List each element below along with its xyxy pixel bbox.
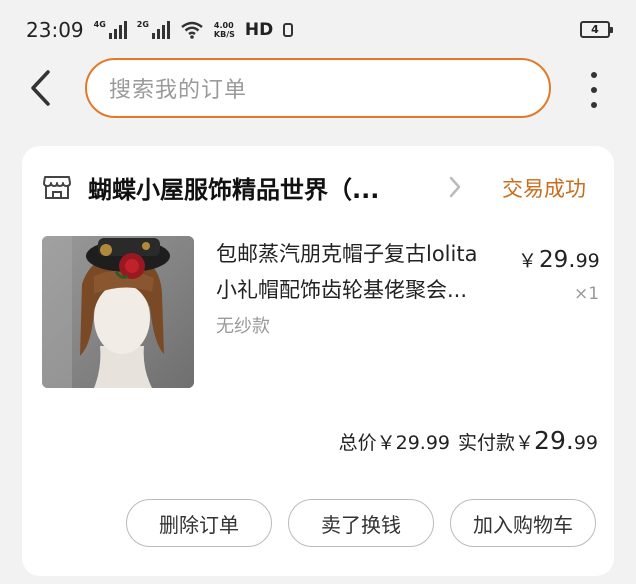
more-dot	[591, 72, 597, 78]
store-icon	[43, 176, 71, 199]
price-integer: 29.	[539, 247, 576, 273]
search-placeholder: 搜索我的订单	[109, 78, 248, 103]
more-dot	[591, 102, 597, 108]
paid-label: 实付款	[458, 432, 516, 454]
price-currency: ￥	[518, 250, 538, 272]
signal-2g-icon: 2G	[137, 21, 170, 39]
order-card[interactable]: 蝴蝶小屋服饰精品世界（... 交易成功 包邮蒸汽朋克帽子复古lolita 小礼帽…	[22, 146, 614, 576]
product-title-line1: 包邮蒸汽朋克帽子复古lolita	[216, 242, 478, 266]
speed-value: 4.00	[213, 21, 234, 30]
wifi-icon	[181, 21, 203, 39]
search-input[interactable]: 搜索我的订单	[85, 58, 551, 118]
item-price: ￥29.99	[518, 246, 600, 273]
signal-4g-icon: 4G	[94, 21, 127, 39]
hd-indicator: HD	[244, 20, 274, 40]
order-status: 交易成功	[502, 177, 586, 201]
total-label: 总价	[338, 432, 377, 454]
clock: 23:09	[26, 18, 84, 42]
total-value: ￥29.99	[376, 432, 451, 454]
item-quantity: ×1	[574, 284, 600, 304]
paid-decimal: 99	[573, 432, 598, 454]
more-options-button[interactable]	[582, 70, 606, 110]
product-thumbnail[interactable]	[42, 236, 194, 388]
status-bar: 23:09 4G 2G 4.00 KB/S HD 4	[0, 0, 636, 60]
chevron-right-icon[interactable]	[448, 175, 462, 199]
resell-button[interactable]: 卖了换钱	[288, 499, 434, 547]
product-variant: 无纱款	[216, 316, 270, 337]
delete-order-button[interactable]: 删除订单	[126, 499, 272, 547]
more-dot	[591, 87, 597, 93]
store-name[interactable]: 蝴蝶小屋服饰精品世界（...	[88, 170, 379, 205]
back-button[interactable]	[22, 68, 58, 108]
volte-icon	[283, 23, 294, 37]
order-totals: 总价 ￥29.99 实付款 ￥ 29. 99	[339, 426, 598, 455]
paid-integer: 29.	[534, 426, 574, 455]
signal-4g-label: 4G	[93, 20, 106, 29]
chevron-left-icon	[31, 70, 50, 106]
product-title[interactable]: 包邮蒸汽朋克帽子复古lolita 小礼帽配饰齿轮基佬聚会...	[216, 236, 506, 308]
product-image	[42, 236, 194, 388]
add-to-cart-button[interactable]: 加入购物车	[450, 499, 596, 547]
speed-unit: KB/S	[213, 30, 235, 39]
battery-icon: 4	[580, 21, 613, 38]
network-speed: 4.00 KB/S	[214, 21, 235, 39]
signal-2g-label: 2G	[136, 20, 149, 29]
price-decimal: 99	[575, 250, 600, 272]
paid-currency: ￥	[515, 432, 535, 454]
product-title-line2: 小礼帽配饰齿轮基佬聚会...	[216, 278, 468, 302]
